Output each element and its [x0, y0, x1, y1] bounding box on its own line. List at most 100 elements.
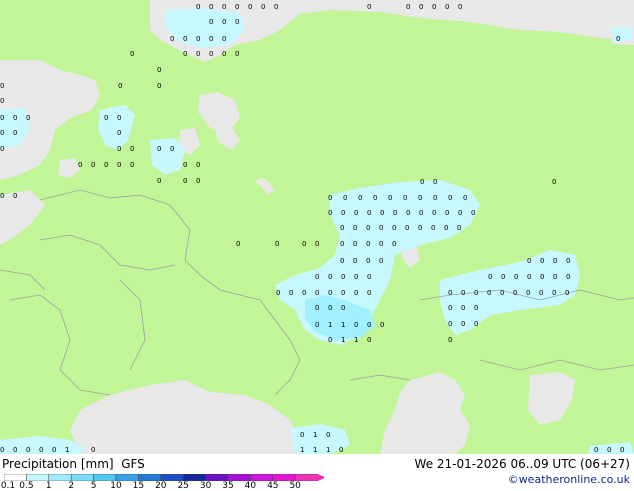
svg-text:0: 0: [594, 446, 598, 454]
svg-text:0: 0: [117, 145, 121, 153]
svg-text:0: 0: [117, 161, 121, 169]
colorbar-segment: [250, 474, 274, 481]
svg-text:0: 0: [354, 289, 358, 297]
svg-text:0: 0: [527, 257, 531, 265]
svg-text:0: 0: [26, 114, 30, 122]
svg-text:0: 0: [117, 129, 121, 137]
svg-text:0: 0: [209, 50, 213, 58]
map-canvas: 0 0 0 0 0 0 0 0 0 0 0 0 0 0 0 0 0 0 0 0 0 0 0 0 0 0 0 0 0 0 0 0 0 0 0 0 0…: [0, 0, 634, 454]
station-value: 1: [326, 446, 330, 454]
svg-text:0: 0: [358, 194, 362, 202]
colorbar-segment: [272, 474, 296, 481]
station-value: 1: [341, 321, 345, 329]
credit-link[interactable]: ©weatheronline.co.uk: [508, 473, 630, 486]
svg-text:0: 0: [91, 446, 95, 454]
svg-text:0: 0: [157, 177, 161, 185]
svg-text:0: 0: [183, 177, 187, 185]
svg-text:0: 0: [157, 66, 161, 74]
svg-text:0: 0: [552, 289, 556, 297]
svg-text:0: 0: [341, 304, 345, 312]
svg-text:0: 0: [118, 82, 122, 90]
svg-text:0: 0: [448, 194, 452, 202]
svg-text:0: 0: [235, 50, 239, 58]
svg-text:0: 0: [471, 209, 475, 217]
svg-text:0: 0: [209, 3, 213, 11]
svg-text:0: 0: [513, 289, 517, 297]
svg-text:0: 0: [353, 224, 357, 232]
svg-text:0: 0: [500, 289, 504, 297]
svg-text:0: 0: [461, 304, 465, 312]
svg-text:0: 0: [339, 446, 343, 454]
svg-text:0: 0: [26, 446, 30, 454]
svg-text:0: 0: [78, 161, 82, 169]
svg-text:0: 0: [328, 273, 332, 281]
svg-text:0: 0: [448, 336, 452, 344]
svg-text:0: 0: [235, 3, 239, 11]
precipitation-map: 0 0 0 0 0 0 0 0 0 0 0 0 0 0 0 0 0 0 0 0 0 0 0 0 0 0 0 0 0 0 0 0 0 0 0 0 0…: [0, 0, 634, 454]
svg-text:0: 0: [553, 257, 557, 265]
svg-text:0: 0: [300, 431, 304, 439]
svg-text:0: 0: [170, 35, 174, 43]
svg-text:0: 0: [0, 97, 4, 105]
svg-text:0: 0: [607, 446, 611, 454]
svg-text:0: 0: [196, 50, 200, 58]
svg-text:0: 0: [130, 145, 134, 153]
svg-text:0: 0: [0, 446, 4, 454]
station-value: 1: [313, 446, 317, 454]
svg-text:0: 0: [367, 273, 371, 281]
svg-text:0: 0: [117, 114, 121, 122]
svg-text:0: 0: [209, 18, 213, 26]
svg-text:0: 0: [448, 320, 452, 328]
svg-text:0: 0: [527, 273, 531, 281]
colorbar-segment: [182, 474, 206, 481]
svg-text:0: 0: [183, 50, 187, 58]
svg-text:0: 0: [445, 3, 449, 11]
svg-text:0: 0: [183, 35, 187, 43]
svg-text:0: 0: [353, 240, 357, 248]
svg-text:0: 0: [474, 289, 478, 297]
svg-text:0: 0: [366, 240, 370, 248]
svg-text:0: 0: [302, 289, 306, 297]
svg-text:0: 0: [458, 3, 462, 11]
svg-text:0: 0: [196, 177, 200, 185]
svg-text:0: 0: [388, 194, 392, 202]
svg-text:0: 0: [130, 161, 134, 169]
precipitation-colorbar: [4, 474, 324, 481]
colorbar-segment: [115, 474, 139, 481]
svg-text:0: 0: [433, 194, 437, 202]
svg-text:0: 0: [353, 257, 357, 265]
svg-text:0: 0: [275, 240, 279, 248]
colorbar-segment: [227, 474, 251, 481]
svg-text:0: 0: [432, 3, 436, 11]
colorbar-segment: [48, 474, 72, 481]
svg-text:0: 0: [457, 224, 461, 232]
svg-text:0: 0: [367, 3, 371, 11]
svg-text:0: 0: [343, 194, 347, 202]
svg-text:0: 0: [235, 18, 239, 26]
colorbar-segment: [294, 474, 318, 481]
colorbar-segment: [26, 474, 50, 481]
svg-text:0: 0: [366, 224, 370, 232]
svg-text:0: 0: [458, 209, 462, 217]
colorbar-segment: [4, 474, 27, 481]
svg-text:0: 0: [448, 304, 452, 312]
svg-text:0: 0: [340, 257, 344, 265]
svg-text:0: 0: [406, 209, 410, 217]
svg-text:0: 0: [514, 273, 518, 281]
svg-text:0: 0: [302, 240, 306, 248]
svg-text:0: 0: [13, 114, 17, 122]
svg-text:0: 0: [170, 145, 174, 153]
svg-text:0: 0: [328, 209, 332, 217]
svg-text:0: 0: [91, 161, 95, 169]
svg-text:1: 1: [65, 446, 69, 454]
svg-text:1: 1: [300, 446, 304, 454]
svg-text:0: 0: [52, 446, 56, 454]
svg-text:0: 0: [0, 145, 4, 153]
station-value: 0: [328, 336, 332, 344]
svg-text:0: 0: [13, 192, 17, 200]
station-value: 1: [341, 336, 345, 344]
forecast-run-info: We 21-01-2026 06..09 UTC (06+27): [414, 457, 630, 471]
svg-text:0: 0: [104, 161, 108, 169]
svg-text:0: 0: [540, 273, 544, 281]
station-value: 0: [620, 446, 624, 454]
